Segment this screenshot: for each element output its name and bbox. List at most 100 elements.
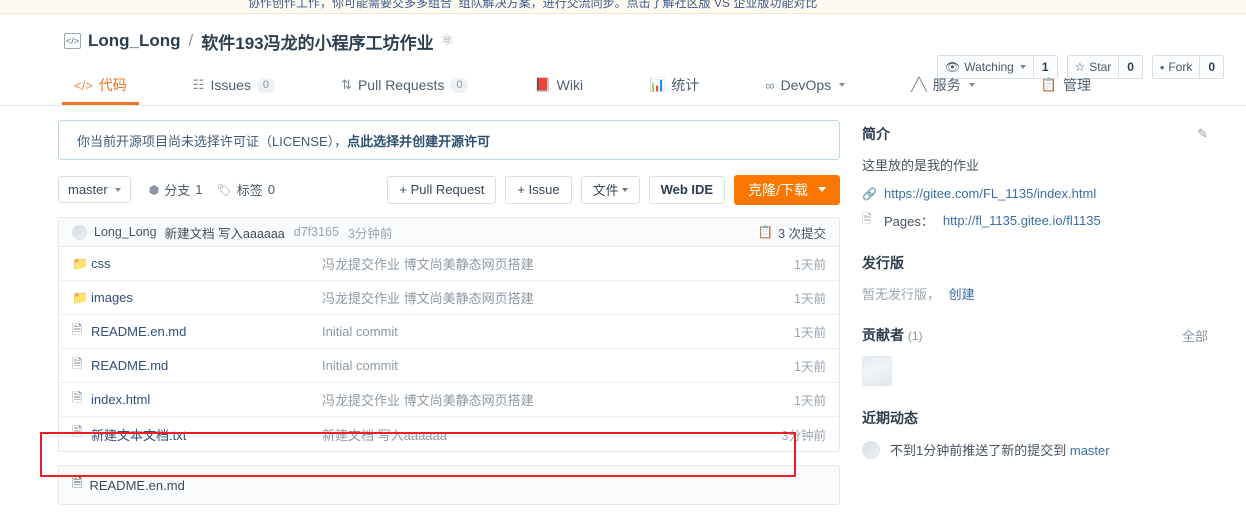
file-name-cell[interactable]: 🗎 README.md	[72, 355, 322, 377]
settings-doc-icon: 📋	[1040, 77, 1057, 92]
file-name-cell[interactable]: 🗎 README.en.md	[72, 321, 322, 343]
commit-author[interactable]: Long_Long	[94, 225, 157, 239]
create-release-link[interactable]: 创建	[949, 287, 975, 302]
activity-text-wrap: 不到1分钟前推送了新的提交到 master	[890, 440, 1110, 459]
tab-code[interactable]: </> 代码	[62, 68, 139, 105]
file-name-cell[interactable]: 📁 images	[72, 290, 322, 306]
table-row[interactable]: 🗎 index.html 冯龙提交作业 博文尚美静态网页搭建 1天前	[59, 383, 839, 417]
page-root: 协作创作工作，你可能需要交多多组合 组队解决方案，进行交流同步。点击了解社区版 …	[0, 0, 1246, 514]
repo-title-separator: /	[188, 31, 194, 50]
repository-header: </> Long_Long / 软件193冯龙的小程序工坊作业 ⚛ 👁 Watc…	[0, 14, 1246, 79]
repo-name-link[interactable]: 软件193冯龙的小程序工坊作业	[201, 29, 433, 54]
tab-issues-label: Issues	[210, 77, 251, 93]
file-name: README.en.md	[91, 324, 187, 339]
folder-icon: 📁	[72, 289, 89, 305]
file-commit-message[interactable]: Initial commit	[322, 324, 794, 339]
repo-owner-link[interactable]: Long_Long	[88, 31, 181, 51]
file-age: 1天前	[794, 292, 826, 306]
branch-selector[interactable]: master	[58, 176, 131, 203]
tab-issues-count: 0	[256, 77, 276, 93]
license-banner: 你当前开源项目尚未选择许可证（LICENSE）， 点此选择并创建开源许可	[58, 120, 840, 160]
folder-icon: 📁	[72, 255, 89, 271]
sidebar-activity-header: 近期动态	[862, 408, 1208, 428]
file-commit-message[interactable]: 冯龙提交作业 博文尚美静态网页搭建	[322, 254, 794, 273]
avatar	[862, 441, 880, 459]
repository-nav-tabs: </> 代码 ☷ Issues 0 ⇅ Pull Requests 0 📕 Wi…	[0, 68, 1246, 106]
pages-url[interactable]: http://fl_1135.gitee.io/fl1135	[943, 213, 1101, 228]
tab-wiki[interactable]: 📕 Wiki	[522, 68, 595, 105]
table-row[interactable]: 🗎 README.md Initial commit 1天前	[59, 349, 839, 383]
branch-icon: ⬢	[148, 182, 160, 197]
file-name: css	[91, 256, 111, 271]
file-commit-message[interactable]: Initial commit	[322, 358, 794, 373]
commit-sha[interactable]: d7f3165	[294, 225, 339, 239]
new-pull-request-button[interactable]: + Pull Request	[387, 175, 497, 204]
file-commit-message[interactable]: 冯龙提交作业 博文尚美静态网页搭建	[322, 390, 794, 409]
tags-link[interactable]: 🏷 标签 0	[216, 180, 274, 199]
tab-services[interactable]: ╱╲ 服务	[899, 68, 987, 105]
book-icon: 📕	[534, 77, 551, 92]
files-menu-button[interactable]: 文件	[580, 175, 640, 204]
tab-statistics[interactable]: 📊 统计	[637, 68, 711, 105]
chevron-down-icon	[968, 83, 975, 87]
page-body: 你当前开源项目尚未选择许可证（LICENSE）， 点此选择并创建开源许可 mas…	[0, 106, 1246, 505]
tab-issues[interactable]: ☷ Issues 0	[181, 68, 287, 105]
chevron-down-icon	[818, 187, 826, 192]
tab-pull-requests[interactable]: ⇅ Pull Requests 0	[329, 68, 480, 105]
file-name-cell[interactable]: 🗎 新建文本文档.txt	[72, 423, 322, 445]
chevron-down-icon	[839, 83, 846, 87]
repo-meta-links: ⬢ 分支 1 🏷 标签 0	[149, 180, 275, 199]
table-row[interactable]: 📁 css 冯龙提交作业 博文尚美静态网页搭建 1天前	[59, 247, 839, 281]
file-age: 1天前	[794, 258, 826, 272]
tag-icon: 🏷	[216, 182, 232, 197]
branch-selector-label: master	[68, 182, 108, 197]
file-name-cell[interactable]: 🗎 index.html	[72, 389, 322, 411]
sidebar-releases-title: 发行版	[862, 255, 904, 271]
clone-download-button[interactable]: 克隆/下载	[734, 174, 840, 205]
contributors-title-text: 贡献者	[862, 327, 904, 343]
activity-branch-ref[interactable]: master	[1070, 443, 1110, 458]
commit-message[interactable]: 新建文档 写入aaaaaa	[165, 223, 285, 242]
chevron-down-icon	[621, 187, 628, 192]
edit-pencil-icon[interactable]: ✎	[1197, 126, 1208, 142]
link-chain-icon: 🔗	[862, 186, 877, 201]
file-age: 3分钟前	[781, 428, 826, 443]
commit-time: 3分钟前	[347, 226, 393, 241]
toolbar-actions: + Pull Request + Issue 文件 Web IDE 克隆/下载	[387, 174, 840, 205]
file-icon: 🗎	[72, 321, 83, 337]
tab-manage[interactable]: 📋 管理	[1029, 68, 1103, 105]
commit-history-icon: 📋	[757, 224, 774, 239]
contributors-all-link[interactable]: 全部	[1182, 326, 1208, 345]
sidebar-releases-header: 发行版	[862, 253, 1208, 273]
file-name-cell[interactable]: 📁 css	[72, 256, 322, 272]
pages-label: Pages：	[884, 214, 934, 229]
tab-code-label: 代码	[98, 77, 127, 93]
issue-list-icon: ☷	[192, 77, 205, 92]
contributor-avatar[interactable]	[862, 356, 892, 386]
code-brackets-icon: </>	[74, 77, 93, 93]
sidebar-contributors-section: 贡献者 (1) 全部	[862, 325, 1208, 386]
sidebar-homepage-link[interactable]: 🔗 https://gitee.com/FL_1135/index.html	[862, 186, 1208, 201]
commit-history-link[interactable]: 📋 3 次提交	[757, 223, 826, 242]
new-issue-button[interactable]: + Issue	[505, 175, 572, 204]
file-icon: 🗎	[72, 424, 83, 439]
homepage-url[interactable]: https://gitee.com/FL_1135/index.html	[884, 186, 1096, 201]
file-commit-message[interactable]: 新建文档 写入aaaaaa	[322, 425, 782, 444]
file-browser: Long_Long 新建文档 写入aaaaaa d7f3165 3分钟前 📋 3…	[58, 217, 840, 452]
tab-devops[interactable]: ∞ DevOps	[753, 68, 857, 105]
activity-text: 不到1分钟前推送了新的提交到	[890, 443, 1067, 458]
branches-link[interactable]: ⬢ 分支 1	[149, 180, 203, 199]
sidebar-pages-link[interactable]: 🗎 Pages： http://fl_1135.gitee.io/fl1135	[862, 210, 1208, 231]
table-row[interactable]: 📁 images 冯龙提交作业 博文尚美静态网页搭建 1天前	[59, 281, 839, 315]
tags-label: 标签	[236, 183, 263, 198]
file-commit-message[interactable]: 冯龙提交作业 博文尚美静态网页搭建	[322, 288, 794, 307]
table-row[interactable]: 🗎 README.en.md Initial commit 1天前	[59, 315, 839, 349]
file-name: README.md	[91, 358, 169, 373]
license-create-link[interactable]: 点此选择并创建开源许可	[347, 131, 490, 150]
page-icon: 🗎	[862, 212, 872, 226]
clone-download-label: 克隆/下载	[748, 181, 808, 198]
sidebar-contributors-title: 贡献者 (1)	[862, 325, 923, 345]
web-ide-button[interactable]: Web IDE	[648, 175, 726, 204]
code-icon: </>	[64, 33, 81, 49]
table-row-highlighted[interactable]: 🗎 新建文本文档.txt 新建文档 写入aaaaaa 3分钟前	[59, 417, 839, 451]
